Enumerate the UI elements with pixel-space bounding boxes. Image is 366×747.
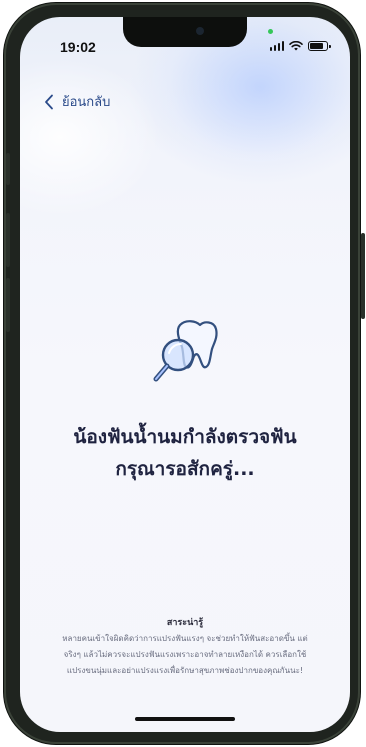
loading-message: น้องฟันน้ำนมกำลังตรวจฟัน กรุณารอสักครู่.… (20, 421, 350, 485)
status-icons (269, 41, 331, 51)
camera (196, 27, 204, 35)
heading-line: น้องฟันน้ำนมกำลังตรวจฟัน (73, 426, 297, 448)
wifi-icon (289, 41, 303, 51)
phone-frame: 19:02 ย้อนกลับ น้องฟันน้ำนมกำลังตรวจฟัน … (4, 3, 365, 744)
camera-indicator (268, 29, 273, 34)
signal-icon (269, 41, 284, 51)
heading-line: กรุณารอสักครู่... (115, 458, 255, 480)
status-time: 19:02 (60, 39, 96, 55)
back-button[interactable]: ย้อนกลับ (44, 91, 110, 112)
tip-line: จริงๆ แล้วไม่ควรจะแปรงฟันแรงเพราะอาจทำลา… (63, 650, 307, 659)
notch (123, 17, 247, 47)
tip-line: หลายคนเข้าใจผิดคิดว่าการแปรงฟันแรงๆ จะช่… (62, 634, 308, 643)
phone-side-button (361, 233, 365, 319)
battery-icon (308, 41, 331, 51)
phone-side-button (6, 153, 10, 185)
back-label: ย้อนกลับ (62, 95, 111, 110)
phone-side-button (6, 213, 10, 267)
tip-title: สาระน่ารู้ (166, 618, 204, 628)
home-indicator[interactable] (135, 717, 235, 721)
chevron-left-icon (45, 94, 53, 109)
phone-side-button (6, 278, 10, 332)
tip-body: หลายคนเข้าใจผิดคิดว่าการแปรงฟันแรงๆ จะช่… (34, 631, 336, 679)
screen: 19:02 ย้อนกลับ น้องฟันน้ำนมกำลังตรวจฟัน … (20, 17, 350, 732)
tooth-magnifier-icon (153, 320, 218, 382)
tip-line: แปรงขนนุ่มและอย่าแปรงแรงเพื่อรักษาสุขภาพ… (66, 666, 304, 675)
background-glow (20, 57, 160, 217)
